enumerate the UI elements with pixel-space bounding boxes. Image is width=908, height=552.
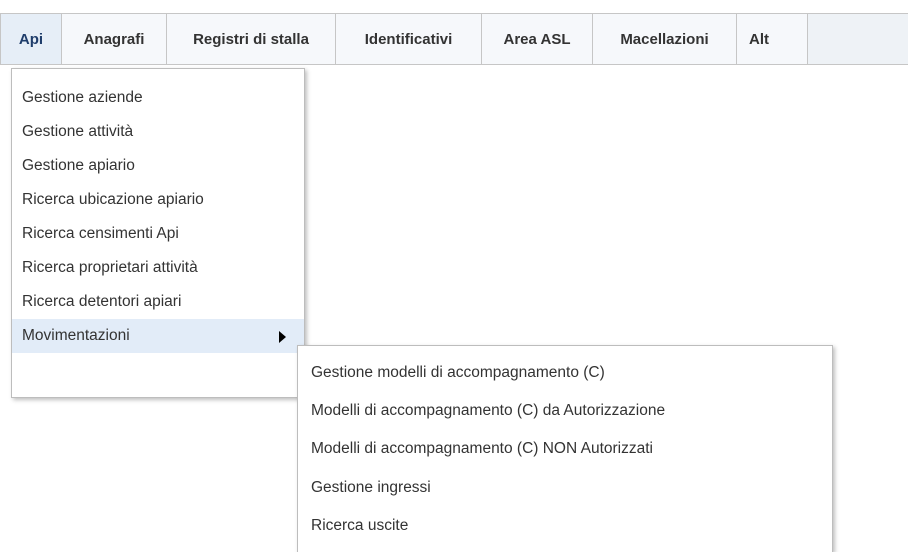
- menu-item-ricerca-detentori-apiari[interactable]: Ricerca detentori apiari: [12, 285, 304, 319]
- submenu-item-gestione-ingressi[interactable]: Gestione ingressi: [298, 470, 832, 506]
- tab-macellazioni[interactable]: Macellazioni: [593, 14, 737, 64]
- tab-area-asl[interactable]: Area ASL: [482, 14, 593, 64]
- submenu-item-modelli-da-autorizzazione[interactable]: Modelli di accompagnamento (C) da Autori…: [298, 393, 832, 429]
- submenu-item-modelli-non-autorizzati[interactable]: Modelli di accompagnamento (C) NON Autor…: [298, 431, 832, 467]
- menu-item-ricerca-ubicazione-apiario[interactable]: Ricerca ubicazione apiario: [12, 183, 304, 217]
- submenu-item-gestione-modelli-accompagnamento[interactable]: Gestione modelli di accompagnamento (C): [298, 355, 832, 391]
- menu-item-ricerca-proprietari-attivita[interactable]: Ricerca proprietari attività: [12, 251, 304, 285]
- tab-registri-di-stalla[interactable]: Registri di stalla: [167, 14, 336, 64]
- movimentazioni-submenu: Gestione modelli di accompagnamento (C) …: [297, 345, 833, 552]
- menu-item-gestione-apiario[interactable]: Gestione apiario: [12, 149, 304, 183]
- menu-item-gestione-aziende[interactable]: Gestione aziende: [12, 81, 304, 115]
- tab-anagrafi[interactable]: Anagrafi: [62, 14, 167, 64]
- api-dropdown-menu: Gestione aziende Gestione attività Gesti…: [11, 68, 305, 398]
- menu-item-ricerca-censimenti-api[interactable]: Ricerca censimenti Api: [12, 217, 304, 251]
- submenu-item-ricerca-uscite[interactable]: Ricerca uscite: [298, 508, 832, 544]
- tab-altro[interactable]: Alt: [737, 14, 808, 64]
- main-menubar: Api Anagrafi Registri di stalla Identifi…: [0, 13, 908, 65]
- menu-item-movimentazioni-label: Movimentazioni: [22, 327, 130, 344]
- tab-api[interactable]: Api: [0, 14, 62, 64]
- menu-item-movimentazioni[interactable]: Movimentazioni: [12, 319, 304, 353]
- menu-item-gestione-attivita[interactable]: Gestione attività: [12, 115, 304, 149]
- tab-identificativi[interactable]: Identificativi: [336, 14, 482, 64]
- submenu-arrow-icon: [279, 331, 286, 343]
